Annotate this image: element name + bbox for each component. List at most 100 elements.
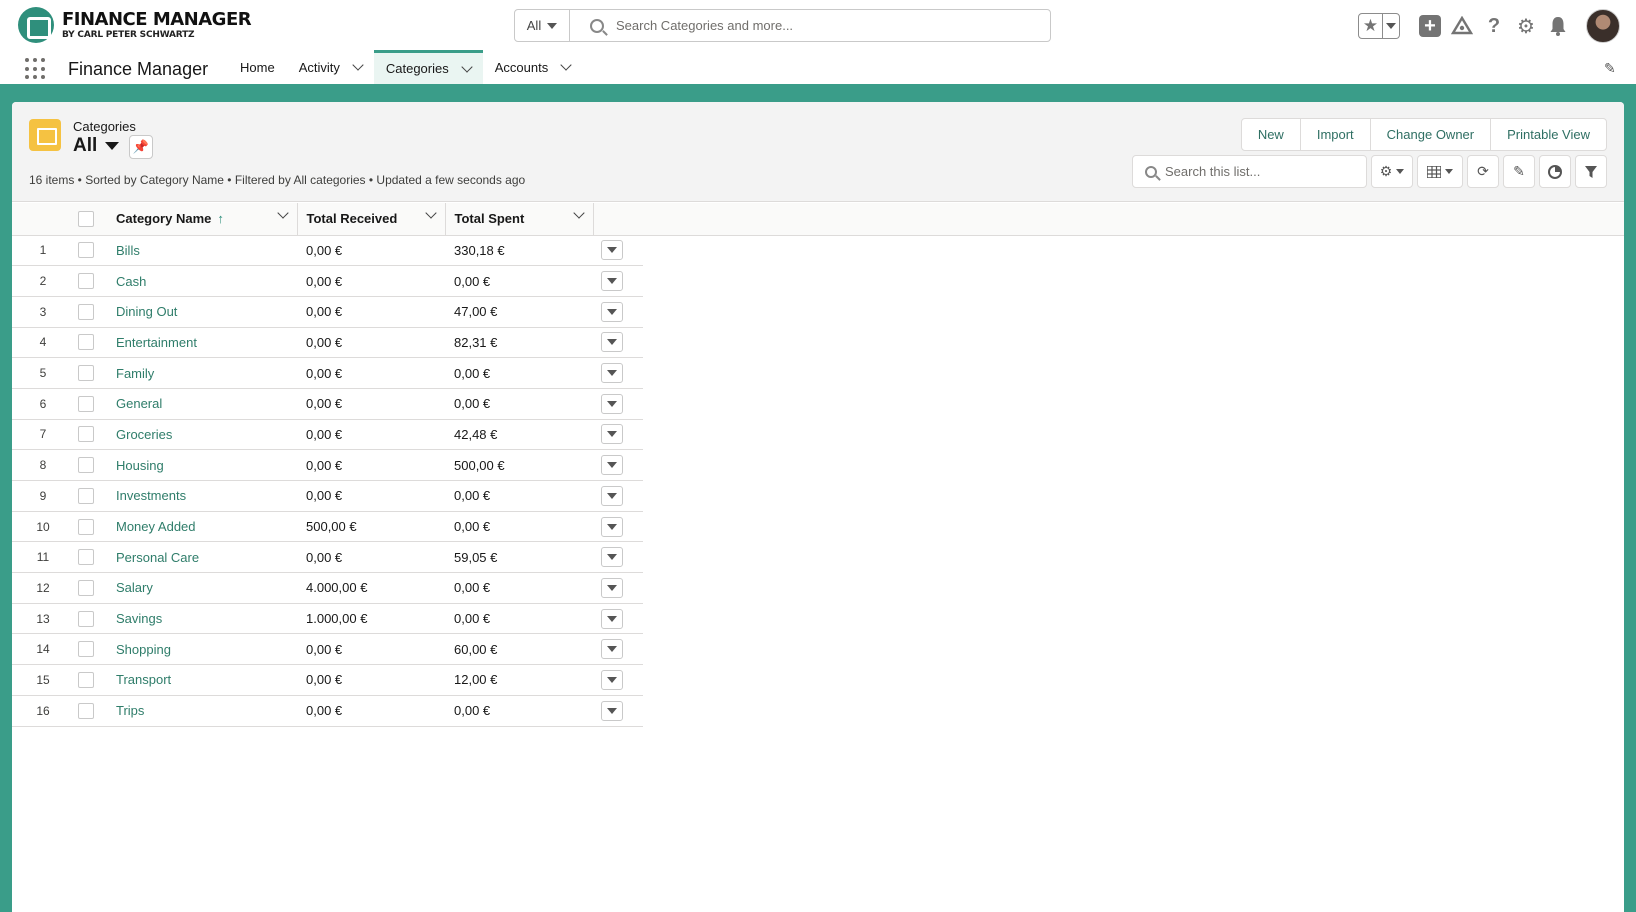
caret-down-icon bbox=[607, 554, 617, 561]
column-menu-chevron-icon[interactable] bbox=[572, 207, 585, 219]
chevron-down-icon[interactable] bbox=[352, 59, 364, 71]
nav-item-categories[interactable]: Categories bbox=[373, 50, 483, 84]
row-action-menu-button[interactable] bbox=[601, 608, 623, 629]
edit-pencil-icon[interactable]: ✎ bbox=[1503, 155, 1535, 188]
setup-gear-icon[interactable]: ⚙ bbox=[1510, 10, 1542, 42]
nav-item-home[interactable]: Home bbox=[228, 50, 287, 84]
column-header-category-name[interactable]: Category Name ↑ bbox=[106, 203, 298, 236]
category-name-link[interactable]: Housing bbox=[116, 458, 164, 473]
row-action-menu-button[interactable] bbox=[601, 485, 623, 506]
category-name-link[interactable]: Savings bbox=[116, 611, 162, 626]
app-launcher-icon[interactable] bbox=[25, 58, 47, 80]
nav-item-accounts[interactable]: Accounts bbox=[483, 50, 582, 84]
category-name-link[interactable]: Bills bbox=[116, 243, 140, 258]
category-name-link[interactable]: Money Added bbox=[116, 519, 196, 534]
row-action-menu-button[interactable] bbox=[601, 301, 623, 322]
category-name-link[interactable]: Salary bbox=[116, 580, 153, 595]
user-avatar[interactable] bbox=[1586, 9, 1620, 43]
caret-down-icon bbox=[607, 339, 617, 346]
row-action-menu-button[interactable] bbox=[601, 577, 623, 598]
category-name-link[interactable]: Family bbox=[116, 366, 154, 381]
table-view-icon[interactable] bbox=[1417, 155, 1463, 188]
bell-icon[interactable] bbox=[1542, 10, 1574, 42]
row-action-menu-button[interactable] bbox=[601, 271, 623, 292]
new-button[interactable]: New bbox=[1242, 119, 1300, 150]
trailhead-icon[interactable] bbox=[1446, 10, 1478, 42]
row-checkbox[interactable] bbox=[78, 518, 94, 535]
chevron-down-icon[interactable] bbox=[560, 59, 572, 71]
pin-icon[interactable]: 📌 bbox=[129, 135, 153, 159]
printable-view-button[interactable]: Printable View bbox=[1490, 119, 1606, 150]
global-search[interactable]: All Search Categories and more... bbox=[514, 9, 1051, 42]
row-action-menu-button[interactable] bbox=[601, 516, 623, 537]
row-action-menu-button[interactable] bbox=[601, 669, 623, 690]
column-menu-chevron-icon[interactable] bbox=[276, 207, 289, 219]
select-all-header bbox=[74, 203, 106, 236]
favorites-menu-button[interactable] bbox=[1383, 23, 1399, 29]
refresh-icon[interactable]: ⟳ bbox=[1467, 155, 1499, 188]
row-action-menu-button[interactable] bbox=[601, 700, 623, 721]
row-checkbox[interactable] bbox=[78, 242, 94, 259]
row-action-menu-button[interactable] bbox=[601, 240, 623, 261]
select-all-checkbox[interactable] bbox=[78, 210, 94, 227]
row-checkbox[interactable] bbox=[78, 671, 94, 688]
row-checkbox[interactable] bbox=[78, 426, 94, 443]
column-menu-chevron-icon[interactable] bbox=[424, 207, 437, 219]
row-checkbox[interactable] bbox=[78, 334, 94, 351]
table-row: 1 Bills 0,00 €330,18 € bbox=[12, 235, 643, 267]
column-header-total-spent[interactable]: Total Spent bbox=[445, 203, 594, 236]
category-name-link[interactable]: Entertainment bbox=[116, 335, 197, 350]
filter-icon[interactable] bbox=[1575, 155, 1607, 188]
row-checkbox[interactable] bbox=[78, 702, 94, 719]
change-owner-button[interactable]: Change Owner bbox=[1369, 119, 1490, 150]
row-checkbox[interactable] bbox=[78, 303, 94, 320]
column-header-total-received[interactable]: Total Received bbox=[297, 203, 446, 236]
chevron-down-icon[interactable] bbox=[461, 60, 473, 73]
nav-item-activity[interactable]: Activity bbox=[287, 50, 374, 84]
category-name-link[interactable]: Shopping bbox=[116, 642, 171, 657]
category-name-link[interactable]: Investments bbox=[116, 488, 186, 503]
global-actions-button[interactable]: + bbox=[1414, 10, 1446, 42]
list-search[interactable]: Search this list... bbox=[1132, 155, 1367, 188]
row-checkbox[interactable] bbox=[78, 365, 94, 382]
category-name-link[interactable]: Personal Care bbox=[116, 550, 199, 565]
row-number: 16 bbox=[12, 695, 74, 727]
category-name-link[interactable]: Groceries bbox=[116, 427, 172, 442]
help-icon[interactable]: ? bbox=[1478, 10, 1510, 42]
row-checkbox[interactable] bbox=[78, 487, 94, 504]
list-search-input[interactable]: Search this list... bbox=[1165, 164, 1260, 179]
star-icon[interactable]: ★ bbox=[1359, 14, 1383, 38]
row-checkbox[interactable] bbox=[78, 610, 94, 627]
row-action-menu-button[interactable] bbox=[601, 455, 623, 476]
row-action-menu-button[interactable] bbox=[601, 547, 623, 568]
row-checkbox[interactable] bbox=[78, 273, 94, 290]
row-action-menu-button[interactable] bbox=[601, 363, 623, 384]
category-object-icon bbox=[29, 119, 61, 151]
row-checkbox[interactable] bbox=[78, 457, 94, 474]
favorites-button-group[interactable]: ★ bbox=[1358, 13, 1400, 39]
total-received-cell: 4.000,00 € bbox=[297, 572, 445, 604]
search-scope-dropdown[interactable]: All bbox=[515, 10, 570, 41]
row-action-menu-button[interactable] bbox=[601, 424, 623, 445]
chart-icon[interactable] bbox=[1539, 155, 1571, 188]
row-action-menu-button[interactable] bbox=[601, 639, 623, 660]
import-button[interactable]: Import bbox=[1299, 119, 1370, 150]
list-view-selector[interactable]: All bbox=[73, 135, 120, 157]
edit-nav-pencil-icon[interactable]: ✎ bbox=[1604, 60, 1618, 76]
row-checkbox[interactable] bbox=[78, 641, 94, 658]
total-received-cell: 0,00 € bbox=[297, 419, 445, 451]
app-logo[interactable]: FINANCE MANAGER BY CARL PETER SCHWARTZ bbox=[18, 7, 252, 43]
settings-gear-icon[interactable]: ⚙ bbox=[1371, 155, 1413, 188]
category-name-link[interactable]: Transport bbox=[116, 672, 171, 687]
row-action-menu-button[interactable] bbox=[601, 332, 623, 353]
search-input[interactable]: Search Categories and more... bbox=[616, 18, 793, 33]
total-received-cell: 0,00 € bbox=[297, 633, 445, 666]
category-name-link[interactable]: General bbox=[116, 396, 162, 411]
row-action-menu-button[interactable] bbox=[601, 393, 623, 414]
category-name-link[interactable]: Cash bbox=[116, 274, 146, 289]
category-name-link[interactable]: Dining Out bbox=[116, 304, 177, 319]
row-checkbox[interactable] bbox=[78, 395, 94, 412]
row-checkbox[interactable] bbox=[78, 579, 94, 596]
row-checkbox[interactable] bbox=[78, 549, 94, 566]
category-name-link[interactable]: Trips bbox=[116, 703, 144, 718]
